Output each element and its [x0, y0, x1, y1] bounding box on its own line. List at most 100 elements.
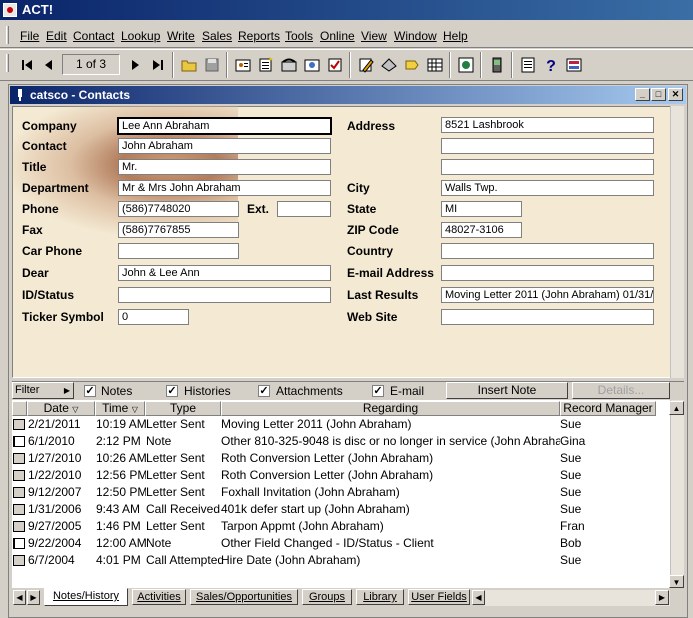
table-row[interactable]: 2/21/2011 10:19 AM Letter Sent Moving Lette… — [12, 416, 670, 433]
state-field[interactable]: MI — [441, 201, 522, 217]
menu-view[interactable]: View — [361, 28, 387, 44]
scroll-up-icon[interactable]: ▲ — [669, 401, 684, 415]
grid-header-icon-col — [12, 401, 27, 416]
menu-tools[interactable]: Tools — [285, 28, 313, 44]
label-state: State — [347, 202, 377, 216]
sales-icon[interactable] — [403, 56, 421, 74]
print-icon[interactable] — [519, 56, 537, 74]
menu-write[interactable]: Write — [167, 28, 195, 44]
phone-icon[interactable] — [280, 56, 298, 74]
menu-sales[interactable]: Sales — [202, 28, 232, 44]
view-layout-icon[interactable] — [565, 56, 583, 74]
car-phone-field[interactable] — [118, 243, 239, 259]
help-icon[interactable]: ? — [542, 56, 560, 74]
table-row[interactable]: 1/22/2010 12:56 PM Letter Sent Roth Convers… — [12, 467, 670, 484]
department-field[interactable]: Mr & Mrs John Abraham — [118, 180, 331, 196]
minimize-icon[interactable]: _ — [635, 88, 650, 101]
tab-groups[interactable]: Groups — [302, 589, 352, 605]
previous-record-icon[interactable] — [40, 56, 58, 74]
table-row[interactable]: 1/31/2006 9:43 AM Call Received 401k defer … — [12, 501, 670, 518]
contact-card-icon[interactable] — [234, 56, 252, 74]
contact-field[interactable]: John Abraham — [118, 138, 331, 154]
email-address-field[interactable] — [441, 265, 654, 281]
grid-header-regarding[interactable]: Regarding — [221, 401, 560, 416]
zip-code-field[interactable]: 48027-3106 — [441, 222, 522, 238]
menu-reports[interactable]: Reports — [238, 28, 280, 44]
menu-window[interactable]: Window — [394, 28, 437, 44]
address-line3-field[interactable] — [441, 159, 654, 175]
device-sync-icon[interactable] — [488, 56, 506, 74]
table-row[interactable]: 6/1/2010 2:12 PM Note Other 810-325-9048 is… — [12, 433, 670, 450]
phone-field[interactable]: (586)7748020 — [118, 201, 239, 217]
close-icon[interactable]: ✕ — [668, 88, 683, 101]
notes-checkbox[interactable]: ✓ — [84, 385, 96, 397]
grid-header-record-manager[interactable]: Record Manager — [560, 401, 656, 416]
table-row[interactable]: 9/12/2007 12:50 PM Letter Sent Foxhall Invi… — [12, 484, 670, 501]
details-button[interactable]: Details... — [572, 382, 670, 399]
tab-scroll-right-icon[interactable]: ▶ — [27, 590, 40, 605]
attachments-checkbox[interactable]: ✓ — [258, 385, 270, 397]
tab-library[interactable]: Library — [356, 589, 404, 605]
filter-button[interactable]: Filter ▶ — [12, 382, 74, 399]
grid-header-date[interactable]: Date ▽ — [27, 401, 95, 416]
first-record-icon[interactable] — [18, 56, 36, 74]
menu-lookup[interactable]: Lookup — [121, 28, 160, 44]
tab-activities[interactable]: Activities — [132, 589, 186, 605]
table-row[interactable]: 1/27/2010 10:26 AM Letter Sent Roth Convers… — [12, 450, 670, 467]
company-field[interactable]: Lee Ann Abraham — [117, 117, 332, 135]
country-field[interactable] — [441, 243, 654, 259]
maximize-icon[interactable]: □ — [651, 88, 666, 101]
last-record-icon[interactable] — [149, 56, 167, 74]
menu-contact[interactable]: Contact — [73, 28, 114, 44]
ext-field[interactable] — [277, 201, 331, 217]
last-results-field[interactable]: Moving Letter 2011 (John Abraham) 01/31/… — [441, 287, 654, 303]
grid-header-type[interactable]: Type — [145, 401, 221, 416]
tab-notes-history[interactable]: Notes/History — [44, 588, 128, 606]
tab-sales-opportunities[interactable]: Sales/Opportunities — [190, 589, 298, 605]
hscroll-left-icon[interactable]: ◀ — [472, 590, 485, 605]
calendar-grid-icon[interactable] — [426, 56, 444, 74]
address-line2-field[interactable] — [441, 138, 654, 154]
city-field[interactable]: Walls Twp. — [441, 180, 654, 196]
lookup-icon[interactable] — [380, 56, 398, 74]
next-record-icon[interactable] — [126, 56, 144, 74]
histories-checkbox[interactable]: ✓ — [166, 385, 178, 397]
table-row[interactable]: 9/22/2004 12:00 AM Note Other Field Changed… — [12, 535, 670, 552]
email-checkbox[interactable]: ✓ — [372, 385, 384, 397]
cell-time: 10:19 AM — [96, 417, 146, 431]
table-row[interactable]: 6/7/2004 4:01 PM Call Attempted Hire Date (… — [12, 552, 670, 569]
menu-help[interactable]: Help — [443, 28, 468, 44]
grid-header-time[interactable]: Time ▽ — [95, 401, 145, 416]
save-icon[interactable] — [203, 56, 221, 74]
insert-note-button[interactable]: Insert Note — [446, 382, 568, 399]
table-row[interactable]: 9/27/2005 1:46 PM Letter Sent Tarpon Appmt … — [12, 518, 670, 535]
write-note-icon[interactable] — [357, 56, 375, 74]
fax-field[interactable]: (586)7767855 — [118, 222, 239, 238]
dear-field[interactable]: John & Lee Ann — [118, 265, 331, 281]
cell-date: 1/27/2010 — [28, 451, 82, 465]
open-folder-icon[interactable] — [180, 56, 198, 74]
grid-scrollbar[interactable] — [670, 400, 684, 588]
history-icon — [13, 504, 25, 515]
title-field[interactable]: Mr. — [118, 159, 331, 175]
meeting-icon[interactable] — [303, 56, 321, 74]
address-line1-field[interactable]: 8521 Lashbrook — [441, 117, 654, 133]
tab-user-fields[interactable]: User Fields — [408, 589, 470, 605]
id-status-field[interactable] — [118, 287, 331, 303]
scroll-down-icon[interactable]: ▼ — [669, 575, 684, 588]
hscroll-right-icon[interactable]: ▶ — [655, 590, 669, 605]
form-scrollbar[interactable] — [670, 106, 684, 378]
globe-icon[interactable] — [457, 56, 475, 74]
cell-manager: Bob — [560, 536, 582, 550]
menu-edit[interactable]: Edit — [46, 28, 67, 44]
menu-online[interactable]: Online — [320, 28, 355, 44]
tab-scroll-left-icon[interactable]: ◀ — [13, 590, 26, 605]
web-site-field[interactable] — [441, 309, 654, 325]
cell-regarding: Roth Conversion Letter (John Abraham) — [221, 468, 434, 482]
menu-file[interactable]: File — [20, 28, 39, 44]
contact-list-icon[interactable] — [257, 56, 275, 74]
cell-time: 9:43 AM — [96, 502, 141, 516]
ticker-symbol-field[interactable]: 0 — [118, 309, 189, 325]
horizontal-scrollbar[interactable] — [484, 590, 670, 606]
todo-icon[interactable] — [326, 56, 344, 74]
